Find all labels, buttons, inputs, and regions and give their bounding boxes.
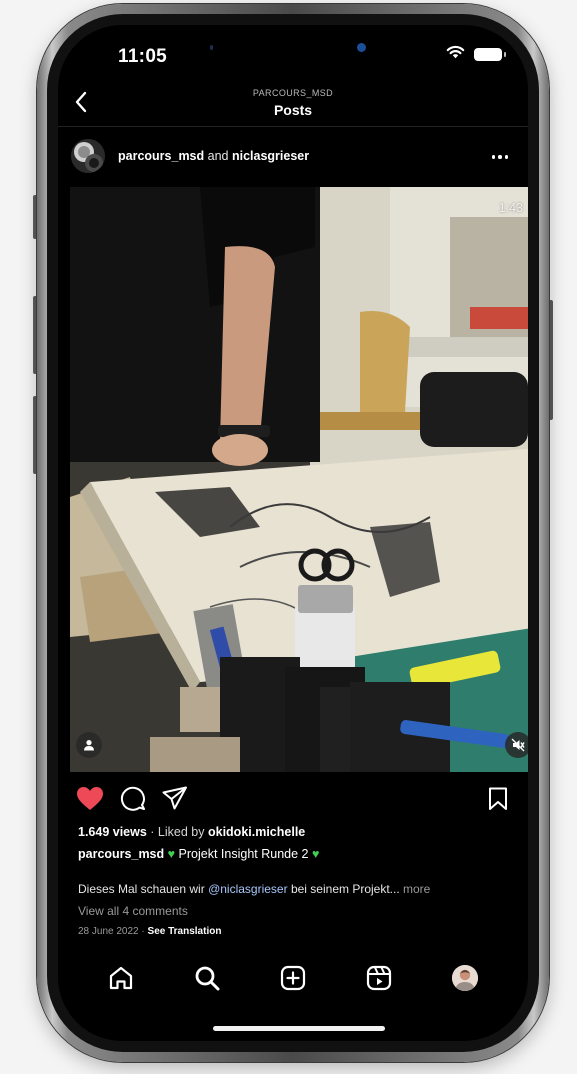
description-start: Dieses Mal schauen wir [78,882,205,896]
post-date-line: 28 June 2022 · See Translation [78,926,221,937]
comment-icon[interactable] [120,785,146,816]
green-heart-icon: ♥ [311,847,320,861]
page-title: Posts [273,102,313,118]
green-heart-icon: ♥ [167,847,176,861]
caption-username[interactable]: parcours_msd [78,847,164,861]
liked-by-user[interactable]: okidoki.michelle [208,825,305,839]
view-comments-link[interactable]: View all 4 comments [78,904,188,918]
wifi-icon [446,45,465,64]
liked-by-prefix: · Liked by [150,825,205,839]
camera-dot [357,43,366,52]
header-account-name: PARCOURS_MSD [252,88,334,98]
heart-icon[interactable] [76,786,104,816]
views-line: 1.649 views · Liked by okidoki.michelle [78,825,305,839]
video-frame-illustration [70,187,528,772]
see-translation-link[interactable]: See Translation [148,926,222,937]
mute-icon[interactable] [505,732,528,758]
description-end: bei seinem Projekt... [290,882,400,896]
description-line: Dieses Mal schauen wir @niclasgrieser be… [78,882,430,896]
author-secondary-link[interactable]: niclasgrieser [232,149,309,163]
home-icon[interactable] [108,965,134,991]
post-date: 28 June 2022 [78,926,139,937]
phone-screen: 11:05 PARCOURS_MSD Posts parcours_msd an… [58,25,528,1041]
share-icon[interactable] [162,786,188,815]
search-icon[interactable] [194,965,220,991]
author-primary-link[interactable]: parcours_msd [118,149,204,163]
create-icon[interactable] [280,965,306,991]
heart-fill [77,786,103,810]
date-separator: · [141,926,145,937]
post-authors: parcours_msd and niclasgrieser [118,149,309,163]
author-joiner: and [207,149,229,163]
battery-icon [474,48,506,61]
header-divider [58,126,528,127]
bookmark-icon[interactable] [488,787,508,816]
mention-link[interactable]: @niclasgrieser [208,882,288,896]
caption-text: Projekt Insight Runde 2 [178,847,309,861]
status-time: 11:05 [118,46,168,67]
sensor-dot [210,45,213,50]
more-link[interactable]: more [403,882,430,896]
video-duration: 1:43 [498,201,523,215]
profile-avatar[interactable] [452,965,478,991]
reels-icon[interactable] [366,965,392,991]
views-count[interactable]: 1.649 views [78,825,147,839]
post-video[interactable]: 1:43 [70,187,528,772]
home-indicator [213,1026,385,1031]
author-avatar[interactable] [71,139,105,173]
bottom-nav [58,960,528,996]
status-icons [446,45,506,64]
post-actions [76,785,188,816]
tag-person-icon[interactable] [76,732,102,758]
more-options-icon[interactable] [491,155,508,159]
caption-line: parcours_msd ♥ Projekt Insight Runde 2 ♥ [78,847,319,861]
